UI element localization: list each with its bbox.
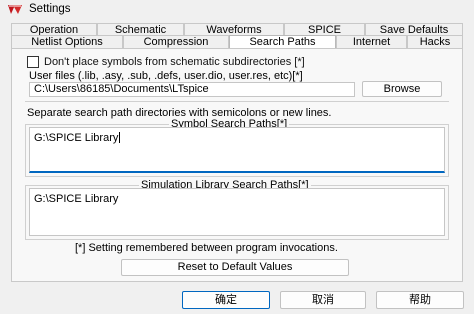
no-subdir-checkbox-row[interactable]: Don't place symbols from schematic subdi… <box>27 56 305 68</box>
settings-window: Settings Operation Schematic Waveforms S… <box>0 0 474 314</box>
reset-defaults-button[interactable]: Reset to Default Values <box>121 259 349 276</box>
no-subdir-checkbox-label: Don't place symbols from schematic subdi… <box>44 56 305 68</box>
text-caret <box>119 132 121 143</box>
simulation-search-value: G:\SPICE Library <box>34 193 119 205</box>
tab-row-2: Netlist Options Compression Search Paths… <box>11 35 463 49</box>
ltspice-icon <box>8 5 22 14</box>
remembered-note: [*] Setting remembered between program i… <box>75 242 338 254</box>
cancel-button[interactable]: 取消 <box>280 291 366 309</box>
browse-button[interactable]: Browse <box>362 81 442 97</box>
help-button[interactable]: 帮助 <box>376 291 464 309</box>
ok-button[interactable]: 确定 <box>182 291 270 309</box>
simulation-search-textarea[interactable]: G:\SPICE Library <box>29 188 445 236</box>
symbol-search-textarea[interactable]: G:\SPICE Library <box>29 127 445 173</box>
tab-netlist-options[interactable]: Netlist Options <box>11 35 123 49</box>
symbol-search-value: G:\SPICE Library <box>34 132 119 144</box>
tab-compression[interactable]: Compression <box>123 35 229 49</box>
tab-hacks[interactable]: Hacks <box>407 35 463 49</box>
title-bar: Settings <box>0 0 474 20</box>
user-files-label: User files (.lib, .asy, .sub, .defs, use… <box>29 70 303 82</box>
tab-search-paths[interactable]: Search Paths <box>229 35 336 49</box>
user-files-field[interactable]: C:\Users\86185\Documents\LTspice <box>29 82 355 97</box>
no-subdir-checkbox[interactable] <box>27 56 39 68</box>
window-title: Settings <box>29 3 71 15</box>
tab-internet[interactable]: Internet <box>336 35 407 49</box>
